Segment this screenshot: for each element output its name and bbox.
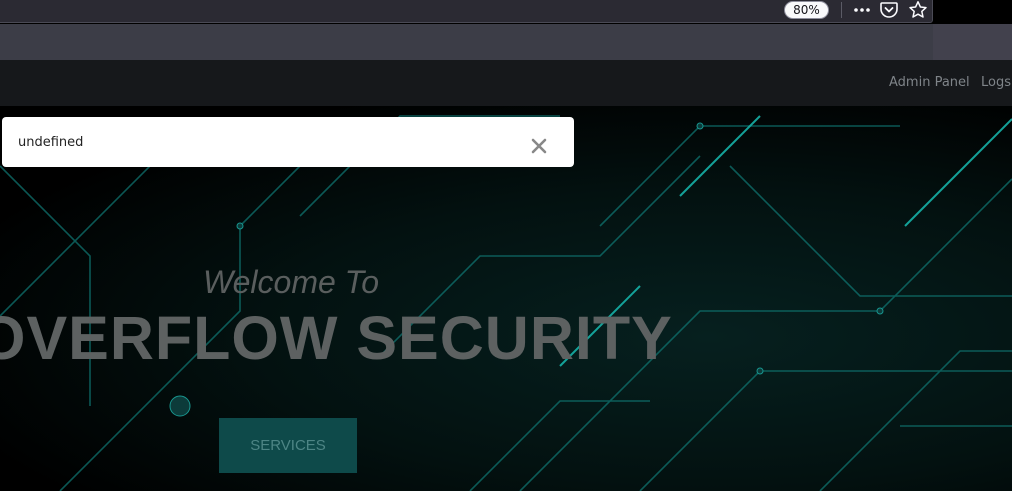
bookmark-star-icon[interactable] — [908, 0, 928, 20]
services-button[interactable]: SERVICES — [219, 418, 357, 473]
hero-welcome-text: Welcome To — [203, 264, 380, 300]
close-icon[interactable] — [529, 136, 549, 156]
toolbar-separator — [841, 2, 842, 18]
zoom-level-badge[interactable]: 80% — [784, 1, 829, 19]
more-icon[interactable] — [852, 0, 872, 20]
toast-message: undefined — [18, 135, 84, 150]
hero-brand-title: OVERFLOW SECURITY — [0, 304, 673, 372]
toast-notification: undefined — [2, 117, 574, 167]
browser-toolbar — [0, 24, 1012, 60]
nav-link-logs[interactable]: Logs — [981, 75, 1011, 90]
pocket-icon[interactable] — [879, 0, 899, 20]
url-bar: 80% — [0, 0, 933, 23]
site-navbar: Admin Panel Logs — [0, 60, 1012, 106]
nav-link-admin-panel[interactable]: Admin Panel — [889, 75, 970, 90]
